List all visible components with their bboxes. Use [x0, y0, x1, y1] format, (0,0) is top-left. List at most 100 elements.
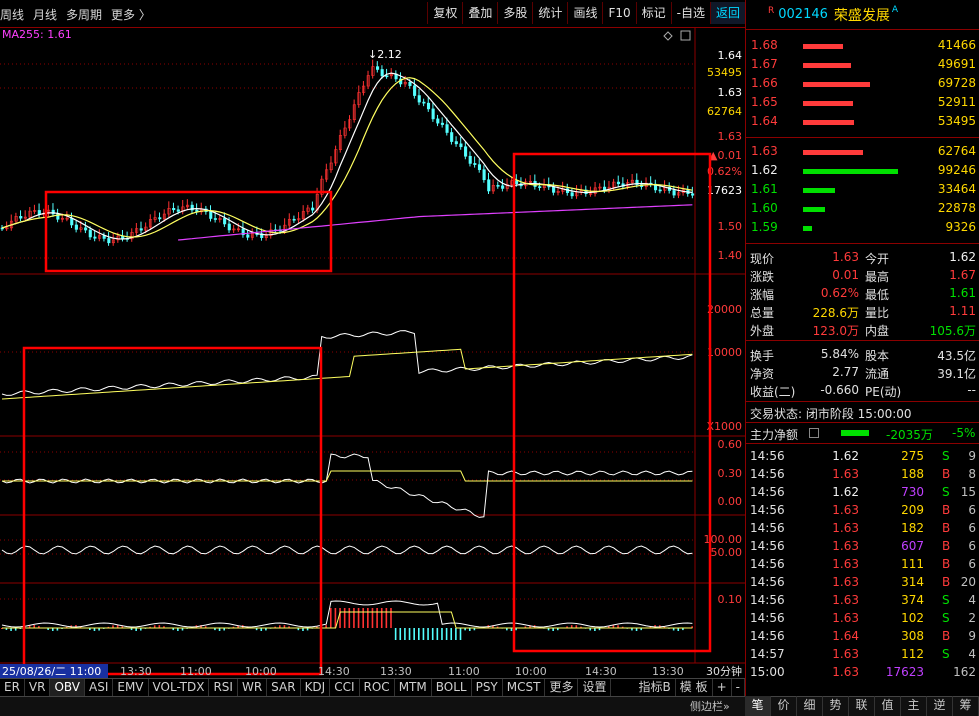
indicator-tab-设置[interactable]: 设置 — [578, 679, 612, 696]
quote-value: 0.01 — [832, 268, 859, 282]
detail-tab-7[interactable]: 逆 — [927, 696, 953, 716]
indicator-tab-er[interactable]: ER — [0, 679, 25, 696]
detail-tab-8[interactable]: 筹 — [953, 696, 979, 716]
indicator-tab-mcst[interactable]: MCST — [503, 679, 546, 696]
indicator-tab-obv[interactable]: OBV — [50, 679, 85, 696]
indicator-tab-sar[interactable]: SAR — [267, 679, 301, 696]
bid-volume-bar — [803, 169, 898, 174]
indicator-tab-roc[interactable]: ROC — [360, 679, 395, 696]
detail-tab-0[interactable]: 笔 — [745, 696, 771, 716]
toolbar-button-0[interactable]: 复权 — [427, 2, 462, 24]
trade-count: 6 — [968, 521, 976, 535]
indicator-tab-更多[interactable]: 更多 — [545, 679, 579, 696]
detail-tab-4[interactable]: 联 — [849, 696, 875, 716]
candle-body — [84, 227, 88, 231]
candle-body — [454, 141, 458, 145]
indicator-tab-vol-tdx[interactable]: VOL-TDX — [149, 679, 210, 696]
menu-icon[interactable] — [809, 428, 819, 438]
trade-time: 14:56 — [750, 449, 785, 463]
toolbar-button-2[interactable]: 多股 — [497, 2, 532, 24]
indicator-tab-cci[interactable]: CCI — [330, 679, 360, 696]
indicator-tab-kdj[interactable]: KDJ — [301, 679, 331, 696]
kline-chart[interactable]: MA255: 1.61 ↓2.12 1.64 53495 1.63 62764 1.63 ▲0… — [0, 28, 745, 678]
sidebar-toggle-button[interactable]: 侧边栏» — [690, 698, 730, 714]
chart-canvas[interactable]: MA255: 1.61 ↓2.12 1.64 53495 1.63 62764 1.63 ▲0… — [0, 28, 745, 678]
candle-body — [223, 218, 227, 225]
trade-price: 1.63 — [832, 575, 859, 589]
detail-tabs: 笔价细势联值主逆筹 — [745, 696, 979, 716]
detail-tab-5[interactable]: 值 — [875, 696, 901, 716]
net-flow-value: -2035万 — [886, 428, 933, 442]
indicator-tab-emv[interactable]: EMV — [113, 679, 149, 696]
macd-bar — [399, 628, 402, 640]
detail-tab-2[interactable]: 细 — [797, 696, 823, 716]
trade-count: 15 — [960, 485, 976, 499]
detail-tab-6[interactable]: 主 — [901, 696, 927, 716]
ask-volume-bar — [803, 101, 853, 106]
candle-body — [616, 181, 621, 185]
candle-body — [658, 189, 662, 192]
quote-value: 1.67 — [949, 268, 976, 282]
tab-right-3[interactable]: - — [732, 679, 745, 696]
candle-body — [172, 208, 176, 211]
period-3[interactable]: 更多 〉 — [111, 6, 151, 23]
stat-value: -0.660 — [820, 383, 859, 397]
toolbar-button-6[interactable]: 标记 — [635, 2, 671, 24]
indicator-tab-asi[interactable]: ASI — [85, 679, 114, 696]
tab-right-1[interactable]: 模 板 — [676, 679, 713, 696]
macd-bar — [459, 628, 462, 640]
tab-right-2[interactable]: + — [713, 679, 732, 696]
candle-body — [158, 217, 162, 220]
macd-bar — [422, 628, 425, 640]
period-1[interactable]: 月线 — [33, 6, 57, 23]
trade-side: B — [942, 521, 951, 535]
stock-name[interactable]: 荣盛发展 — [834, 5, 890, 25]
ask-row: 1.64 53495 — [746, 112, 979, 131]
quote-value: 1.63 — [832, 250, 859, 264]
indicator-tab-rsi[interactable]: RSI — [209, 679, 238, 696]
period-0[interactable]: 周线 — [0, 6, 24, 23]
candle-body — [436, 118, 440, 124]
candle-body — [487, 179, 491, 192]
tab-right-0[interactable]: 指标B — [635, 679, 676, 696]
indicator-tab-mtm[interactable]: MTM — [395, 679, 432, 696]
chart-toolbar: 周线 月线 多周期 更多 〉 复权 叠加 多股 统计 画线 F10 标记 -自选 返回 — [0, 0, 745, 28]
toolbar-button-5[interactable]: F10 — [602, 2, 635, 24]
trade-volume: 730 — [901, 485, 924, 499]
period-2[interactable]: 多周期 — [66, 6, 102, 23]
quote-key: 今开 — [865, 252, 890, 266]
trade-price: 1.63 — [832, 557, 859, 571]
highlight-box — [512, 152, 712, 653]
stock-code[interactable]: 002146 — [778, 7, 828, 22]
price-axis-label: 17623 — [707, 184, 742, 197]
indicator-tab-boll[interactable]: BOLL — [432, 679, 472, 696]
toolbar-button-7[interactable]: -自选 — [670, 2, 710, 24]
candle-body — [375, 66, 380, 70]
indicator-tab-wr[interactable]: WR — [238, 679, 268, 696]
detail-tab-1[interactable]: 价 — [771, 696, 797, 716]
macd-bar — [376, 608, 378, 628]
price-axis-label: 1.63 — [718, 130, 743, 143]
trade-volume: 275 — [901, 449, 924, 463]
indicator-tab-psy[interactable]: PSY — [472, 679, 503, 696]
detail-tab-3[interactable]: 势 — [823, 696, 849, 716]
toolbar-button-4[interactable]: 画线 — [567, 2, 602, 24]
toolbar-button-8[interactable]: 返回 — [709, 2, 745, 24]
bid-row: 1.61 33464 — [746, 180, 979, 199]
candle-body — [422, 101, 426, 104]
ma5-line — [1, 72, 693, 240]
trade-price: 1.63 — [832, 503, 859, 517]
stat-value: 5.84% — [820, 347, 859, 361]
indicator-tab-vr[interactable]: VR — [25, 679, 51, 696]
quote-key: 内盘 — [865, 324, 890, 338]
toolbar-button-3[interactable]: 统计 — [532, 2, 567, 24]
vol-axis-label: X1000 — [706, 420, 742, 433]
net-flow-label: 主力净额 — [750, 428, 799, 442]
quote-key: 涨跌 — [750, 270, 775, 284]
toolbar-button-1[interactable]: 叠加 — [462, 2, 497, 24]
trade-side: S — [942, 593, 950, 607]
trade-time: 14:56 — [750, 611, 785, 625]
candle-body — [496, 185, 500, 187]
ind2-axis-label: 50.00 — [711, 546, 743, 559]
candle-body — [501, 185, 505, 189]
